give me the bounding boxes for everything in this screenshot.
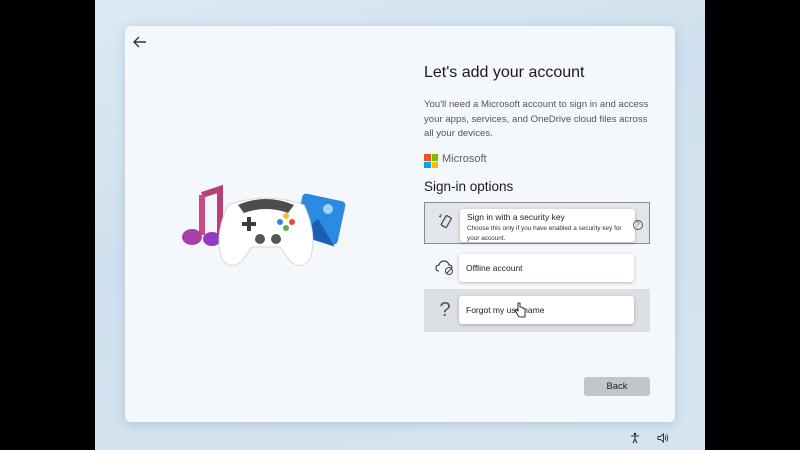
volume-icon[interactable]	[657, 432, 669, 444]
back-button[interactable]: Back	[584, 377, 650, 396]
hero-illustration	[180, 184, 350, 275]
page-description: You'll need a Microsoft account to sign …	[424, 99, 649, 139]
question-mark-icon: ?	[439, 299, 451, 321]
back-arrow-icon[interactable]	[131, 33, 149, 51]
forgot-username-tile[interactable]: Forgot my username	[459, 296, 634, 324]
game-controller-icon	[218, 197, 314, 266]
forgot-username-label: Forgot my username	[466, 305, 545, 315]
cloud-offline-icon	[434, 258, 456, 280]
offline-account-label: Offline account	[466, 263, 523, 273]
security-key-tile[interactable]: Sign in with a security key Choose this …	[460, 209, 635, 242]
page-title: Let's add your account	[424, 64, 585, 81]
microsoft-logo-icon	[424, 154, 438, 168]
signin-option-forgot-username[interactable]: ? Forgot my username	[424, 289, 650, 332]
security-key-label: Sign in with a security key	[467, 212, 565, 222]
music-note-icon	[182, 184, 223, 246]
signin-option-security-key[interactable]: Sign in with a security key Choose this …	[424, 202, 650, 244]
signin-options-heading: Sign-in options	[424, 179, 514, 194]
security-key-sublabel: Choose this only if you have enabled a s…	[467, 225, 622, 242]
signin-option-offline[interactable]: Offline account	[424, 248, 650, 290]
help-circle-icon[interactable]: ?	[633, 220, 643, 230]
usb-security-key-icon	[435, 213, 457, 235]
microsoft-wordmark: Microsoft	[442, 153, 487, 165]
accessibility-icon[interactable]	[629, 432, 641, 444]
offline-account-tile[interactable]: Offline account	[459, 254, 634, 282]
